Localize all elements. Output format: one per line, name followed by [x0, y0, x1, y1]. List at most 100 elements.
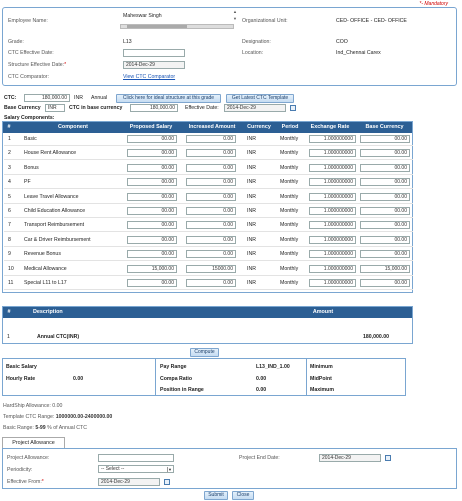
proposed-salary-input[interactable]: 00.00 [127, 135, 177, 143]
ctc-base-currency-input[interactable]: 180,000.00 [130, 104, 178, 112]
proposed-salary-input[interactable]: 00.00 [127, 279, 177, 287]
summary-row-amount: 180,000.00 [363, 334, 389, 340]
project-allowance-input[interactable] [98, 454, 174, 462]
close-button[interactable]: Close [232, 491, 254, 500]
ideal-structure-button[interactable]: Click here for ideal structure at this g… [116, 94, 221, 103]
submit-button[interactable]: Submit [204, 491, 228, 500]
structure-effective-date-input[interactable]: 2014-Dec-29 [123, 61, 185, 69]
row-no: 11 [8, 280, 14, 286]
effective-date-input[interactable]: 2014-Dec-29 [224, 104, 286, 112]
row-component: Bonus [24, 164, 39, 171]
grade-label: Grade: [8, 39, 24, 45]
ctc-label: CTC: [4, 95, 17, 101]
pay-range-value: L13_IND_1.00 [256, 364, 290, 370]
pay-range-label: Pay Range [160, 364, 187, 370]
tab-project-allowance[interactable]: Project Allowance [2, 437, 65, 448]
increased-amount-input[interactable]: 0.00 [186, 250, 236, 259]
proposed-salary-input[interactable]: 00.00 [127, 163, 177, 172]
base-currency-amount-input[interactable]: 00.00 [360, 279, 410, 287]
basic-salary-label: Basic Salary [6, 364, 37, 370]
calendar-icon[interactable] [385, 455, 391, 461]
increased-amount-input[interactable]: 0.00 [186, 163, 236, 172]
compa-ratio-label: Compa Ratio [160, 376, 192, 382]
org-unit-label: Organizational Unit: [242, 18, 288, 24]
row-currency: INR [247, 265, 256, 272]
row-no: 6 [8, 208, 11, 214]
increased-amount-input[interactable]: 0.00 [186, 178, 236, 187]
periodicity-select[interactable]: -- Select -- ▼ [98, 465, 174, 473]
project-end-date-input[interactable]: 2014-Dec-29 [319, 454, 381, 462]
ctc-effective-date-input[interactable] [123, 49, 185, 57]
ctc-input[interactable]: 180,000.00 [24, 94, 70, 102]
proposed-salary-input[interactable]: 00.00 [127, 192, 177, 201]
compute-button[interactable]: Compute [190, 348, 219, 357]
calendar-icon[interactable] [290, 105, 296, 111]
increased-amount-input[interactable]: 0.00 [186, 235, 236, 244]
effective-from-input[interactable]: 2014-Dec-29 [98, 478, 160, 486]
exchange-rate-input[interactable]: 1.000000000 [309, 163, 356, 172]
row-no: 9 [8, 251, 11, 258]
location-value: Ind_Chennai Carex [336, 50, 381, 56]
view-ctc-comparator-link[interactable]: View CTC Comparator [123, 74, 175, 80]
base-currency-input[interactable]: INR [45, 104, 65, 112]
scrollbar-thumb[interactable] [127, 25, 187, 28]
exchange-rate-input[interactable]: 1.000000000 [309, 235, 356, 244]
exchange-rate-input[interactable]: 1.000000000 [309, 279, 356, 287]
calendar-icon[interactable] [164, 479, 170, 485]
proposed-salary-input[interactable]: 15,000.00 [127, 264, 177, 273]
increased-amount-input[interactable]: 0.00 [186, 207, 236, 215]
row-component: Special L11 to L17 [24, 280, 67, 286]
proposed-salary-input[interactable]: 00.00 [127, 178, 177, 187]
base-currency-amount-input[interactable]: 00.00 [360, 163, 410, 172]
base-currency-amount-input[interactable]: 00.00 [360, 250, 410, 259]
latest-ctc-template-button[interactable]: Get Latest CTC Template [226, 94, 294, 103]
exchange-rate-input[interactable]: 1.000000000 [309, 149, 356, 158]
increased-amount-input[interactable]: 0.00 [186, 279, 236, 287]
increased-amount-input[interactable]: 0.00 [186, 221, 236, 230]
exchange-rate-input[interactable]: 1.000000000 [309, 135, 356, 143]
base-currency-amount-input[interactable]: 00.00 [360, 235, 410, 244]
employee-scrollbar[interactable] [120, 24, 234, 29]
increased-amount-input[interactable]: 15000.00 [186, 264, 236, 273]
base-currency-amount-input[interactable]: 00.00 [360, 135, 410, 143]
row-period: Monthly [280, 222, 299, 229]
exchange-rate-input[interactable]: 1.000000000 [309, 250, 356, 259]
proposed-salary-input[interactable]: 00.00 [127, 250, 177, 259]
increased-amount-input[interactable]: 0.00 [186, 149, 236, 158]
summary-header-desc: Description [33, 309, 63, 315]
base-currency-amount-input[interactable]: 00.00 [360, 207, 410, 215]
exchange-rate-input[interactable]: 1.000000000 [309, 264, 356, 273]
base-currency-amount-input[interactable]: 00.00 [360, 192, 410, 201]
row-no: 3 [8, 164, 11, 171]
row-period: Monthly [280, 136, 299, 142]
proposed-salary-input[interactable]: 00.00 [127, 207, 177, 215]
row-currency: INR [247, 251, 256, 258]
increased-amount-input[interactable]: 0.00 [186, 135, 236, 143]
scroll-down-arrow[interactable]: ▼ [233, 16, 237, 21]
row-period: Monthly [280, 251, 299, 258]
proposed-salary-input[interactable]: 00.00 [127, 149, 177, 158]
summary-row-desc: Annual CTC(INR) [37, 334, 80, 340]
proposed-salary-input[interactable]: 00.00 [127, 235, 177, 244]
increased-amount-input[interactable]: 0.00 [186, 192, 236, 201]
exchange-rate-input[interactable]: 1.000000000 [309, 192, 356, 201]
exchange-rate-input[interactable]: 1.000000000 [309, 221, 356, 230]
base-currency-amount-input[interactable]: 00.00 [360, 149, 410, 158]
base-currency-amount-input[interactable]: 00.00 [360, 178, 410, 187]
exchange-rate-input[interactable]: 1.000000000 [309, 178, 356, 187]
row-period: Monthly [280, 164, 299, 171]
org-unit-value: CED- OFFICE - CED- OFFICE [336, 18, 407, 24]
template-ctc-range: Template CTC Range: 1000000.00-2400000.0… [3, 414, 113, 420]
base-currency-amount-input[interactable]: 00.00 [360, 221, 410, 230]
header-rate: Exchange Rate [310, 124, 350, 130]
base-currency-amount-input[interactable]: 15,000.00 [360, 264, 410, 273]
summary-header-amount: Amount [312, 309, 334, 315]
row-currency: INR [247, 208, 256, 214]
basic-range-value: 5-99 [35, 425, 46, 431]
proposed-salary-input[interactable]: 00.00 [127, 221, 177, 230]
table-row: 11 Special L11 to L17 00.00 0.00 INR Monthly 1… [4, 277, 413, 290]
row-component: Revenue Bonus [24, 251, 61, 258]
periodicity-selected: -- Select -- [101, 466, 125, 472]
scroll-up-arrow[interactable]: ▲ [233, 9, 237, 14]
exchange-rate-input[interactable]: 1.000000000 [309, 207, 356, 215]
